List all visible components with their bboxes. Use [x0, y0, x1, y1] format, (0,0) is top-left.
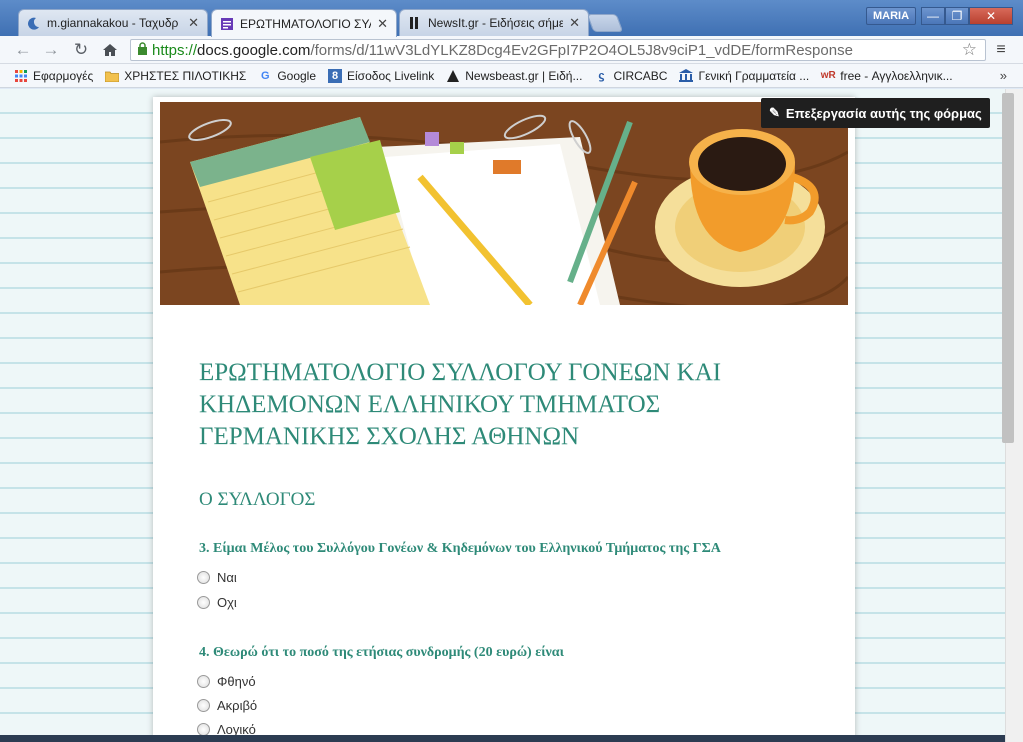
- close-tab-icon[interactable]: ✕: [569, 15, 580, 31]
- url-path: /forms/d/11wV3LdYLKZ8Dcg4Ev2GFpI7P2O4OL5…: [310, 41, 853, 59]
- address-bar[interactable]: https://docs.google.com/forms/d/11wV3LdY…: [130, 39, 986, 61]
- question-4-title: 4. Θεωρώ ότι το ποσό της ετήσιας συνδρομ…: [199, 645, 564, 660]
- tab-gmail[interactable]: m.giannakakou - Ταχυδρ ✕: [18, 9, 208, 36]
- bookmarks-bar: Εφαρμογές ΧΡΗΣΤΕΣ ΠΙΛΟΤΙΚΗΣ G Google 8 Ε…: [0, 64, 1023, 88]
- form-header-image: [160, 102, 848, 305]
- tab-title: m.giannakakou - Ταχυδρ: [47, 16, 179, 30]
- bookmark-star-icon[interactable]: ☆: [962, 40, 977, 60]
- bookmark-folder-pilot-users[interactable]: ΧΡΗΣΤΕΣ ΠΙΛΟΤΙΚΗΣ: [105, 69, 246, 83]
- section-title: Ο ΣΥΛΛΟΓΟΣ: [199, 489, 316, 510]
- bookmark-wordreference[interactable]: wR free - Αγγλοελληνικ...: [820, 68, 953, 83]
- option-expensive[interactable]: Ακριβό: [197, 698, 257, 713]
- wordreference-icon: wR: [820, 70, 836, 81]
- tab-form[interactable]: ΕΡΩΤΗΜΑΤΟΛΟΓΙΟ ΣΥΛ ✕: [211, 9, 397, 37]
- edit-form-label: Επεξεργασία αυτής της φόρμας: [785, 105, 982, 121]
- url-scheme: https://: [152, 41, 198, 59]
- circabc-icon: ϛ: [598, 69, 605, 82]
- bookmark-label: CIRCABC: [613, 68, 668, 83]
- home-icon[interactable]: [99, 40, 121, 60]
- bookmark-circabc[interactable]: ϛ CIRCABC: [594, 69, 667, 83]
- maximize-icon[interactable]: ❐: [945, 7, 969, 25]
- bookmark-label: Google: [277, 68, 317, 83]
- reload-icon[interactable]: ↻: [70, 40, 92, 60]
- radio-button[interactable]: [197, 571, 210, 584]
- bookmark-label: free - Αγγλοελληνικ...: [840, 68, 953, 83]
- bookmark-livelink[interactable]: 8 Είσοδος Livelink: [328, 68, 435, 83]
- scrollbar-thumb[interactable]: [1002, 93, 1014, 443]
- forward-arrow-icon[interactable]: →: [40, 40, 62, 60]
- close-window-icon[interactable]: ✕: [969, 7, 1013, 25]
- bookmark-label: Γενική Γραμματεία ...: [698, 68, 810, 83]
- question-3-title: 3. Είμαι Μέλος του Συλλόγου Γονέων & Κηδ…: [199, 541, 721, 556]
- option-label: Οχι: [217, 595, 237, 610]
- option-label: Ναι: [217, 570, 237, 585]
- tab-title: NewsIt.gr - Ειδήσεις σήμε: [428, 16, 564, 30]
- edit-form-button[interactable]: ✎ Επεξεργασία αυτής της φόρμας: [761, 98, 990, 128]
- building-icon: [679, 69, 694, 83]
- close-tab-icon[interactable]: ✕: [188, 15, 199, 31]
- os-taskbar: [0, 735, 1005, 742]
- moon-icon: [27, 16, 41, 30]
- new-tab-button[interactable]: [586, 14, 624, 32]
- form-title: ΕΡΩΤΗΜΑΤΟΛΟΓΙΟ ΣΥΛΛΟΓΟΥ ΓΟΝΕΩΝ ΚΑΙ ΚΗΔΕΜ…: [199, 359, 722, 450]
- radio-button[interactable]: [197, 699, 210, 712]
- livelink-icon: 8: [328, 68, 343, 83]
- minimize-icon[interactable]: —: [921, 7, 945, 25]
- option-no[interactable]: Οχι: [197, 595, 237, 610]
- bookmark-newsbeast[interactable]: Newsbeast.gr | Ειδή...: [446, 69, 582, 83]
- bookmark-label: ΧΡΗΣΤΕΣ ΠΙΛΟΤΙΚΗΣ: [124, 68, 247, 83]
- close-tab-icon[interactable]: ✕: [377, 16, 388, 32]
- menu-icon[interactable]: ≡: [990, 40, 1012, 60]
- option-label: Ακριβό: [217, 698, 258, 713]
- tab-title: ΕΡΩΤΗΜΑΤΟΛΟΓΙΟ ΣΥΛ: [240, 16, 372, 31]
- bookmark-general-secretariat[interactable]: Γενική Γραμματεία ...: [679, 69, 809, 83]
- newsit-icon: [408, 16, 422, 30]
- bookmark-apps[interactable]: Εφαρμογές: [14, 69, 93, 83]
- forms-icon: [220, 17, 234, 31]
- back-arrow-icon[interactable]: ←: [12, 40, 34, 60]
- tab-newsit[interactable]: NewsIt.gr - Ειδήσεις σήμε ✕: [399, 9, 589, 36]
- url-host: docs.google.com: [197, 41, 311, 59]
- apps-grid-icon: [14, 69, 28, 83]
- radio-button[interactable]: [197, 675, 210, 688]
- option-yes[interactable]: Ναι: [197, 570, 237, 585]
- pencil-icon: ✎: [769, 105, 780, 120]
- profile-button[interactable]: MARIA: [866, 7, 917, 25]
- bookmarks-overflow-button[interactable]: »: [1000, 68, 1007, 83]
- bookmark-label: Newsbeast.gr | Ειδή...: [465, 68, 583, 83]
- radio-button[interactable]: [197, 596, 210, 609]
- newsbeast-icon: [446, 69, 460, 83]
- option-cheap[interactable]: Φθηνό: [197, 674, 256, 689]
- folder-icon: [105, 69, 120, 83]
- bookmark-label: Είσοδος Livelink: [347, 68, 435, 83]
- google-icon: G: [261, 69, 270, 82]
- bookmark-google[interactable]: G Google: [258, 69, 316, 83]
- bookmark-label: Εφαρμογές: [33, 68, 94, 83]
- lock-icon: [137, 42, 148, 58]
- option-label: Φθηνό: [217, 674, 256, 689]
